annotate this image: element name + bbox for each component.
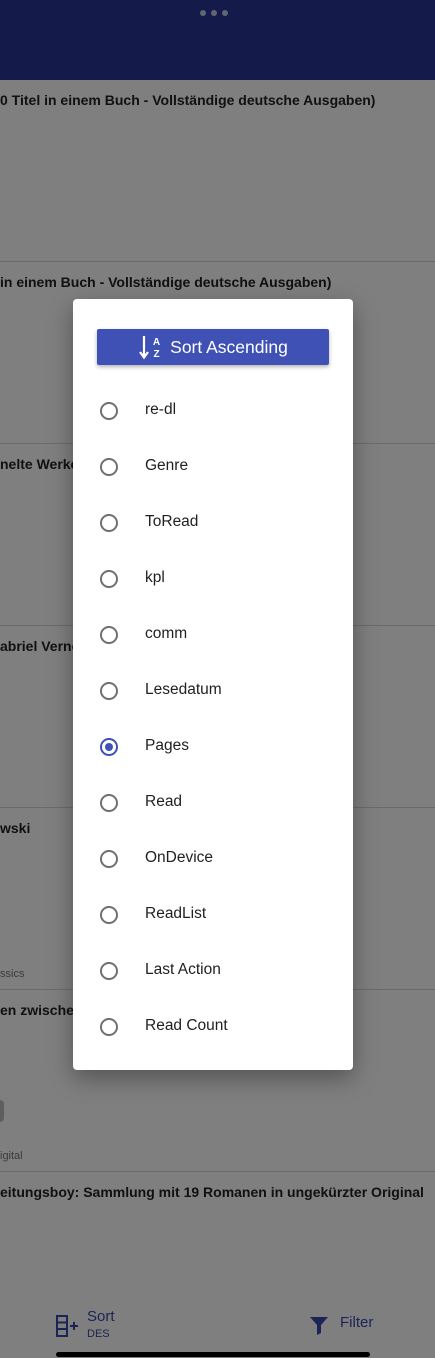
radio-button[interactable] [100, 626, 118, 644]
svg-text:Z: Z [154, 349, 160, 360]
svg-text:A: A [153, 337, 160, 348]
option-label: Genre [145, 457, 189, 474]
radio-button[interactable] [100, 850, 118, 868]
option-label: Read Count [145, 1017, 228, 1034]
radio-button[interactable] [100, 906, 118, 924]
option-label: kpl [145, 569, 165, 586]
option-label: Last Action [145, 961, 221, 978]
radio-button-selected[interactable] [100, 738, 118, 756]
sort-option-lesedatum[interactable]: Lesedatum [73, 663, 353, 719]
sort-option-ondevice[interactable]: OnDevice [73, 831, 353, 887]
sort-alpha-asc-icon: A Z [139, 336, 160, 360]
sort-option-toread[interactable]: ToRead [73, 495, 353, 551]
option-label: re-dl [145, 401, 177, 418]
option-label: Read [145, 793, 183, 810]
radio-button[interactable] [100, 1018, 118, 1036]
radio-button[interactable] [100, 514, 118, 532]
sort-option-readlist[interactable]: ReadList [73, 887, 353, 943]
sort-option-read-count[interactable]: Read Count [73, 999, 353, 1055]
radio-button[interactable] [100, 794, 118, 812]
radio-button[interactable] [100, 570, 118, 588]
radio-button[interactable] [100, 682, 118, 700]
home-indicator [56, 1352, 370, 1357]
sort-dialog: A Z Sort Ascending re-dl Genre ToRead kp… [73, 299, 353, 1070]
option-label: Lesedatum [145, 681, 222, 698]
sort-option-genre[interactable]: Genre [73, 439, 353, 495]
option-label: ToRead [145, 513, 199, 530]
sort-option-kpl[interactable]: kpl [73, 551, 353, 607]
radio-button[interactable] [100, 962, 118, 980]
sort-ascending-label: Sort Ascending [170, 336, 288, 357]
sort-option-last-action[interactable]: Last Action [73, 943, 353, 999]
sort-option-read[interactable]: Read [73, 775, 353, 831]
sort-option-re-dl[interactable]: re-dl [73, 383, 353, 439]
option-label: comm [145, 625, 188, 642]
sort-ascending-button[interactable]: A Z Sort Ascending [97, 329, 329, 365]
option-label: OnDevice [145, 849, 214, 866]
radio-button[interactable] [100, 402, 118, 420]
sort-option-comm[interactable]: comm [73, 607, 353, 663]
option-label: Pages [145, 737, 189, 754]
option-label: ReadList [145, 905, 207, 922]
sort-option-pages[interactable]: Pages [73, 719, 353, 775]
sort-options: re-dl Genre ToRead kpl comm Lesedatum Pa… [73, 383, 353, 1055]
radio-button[interactable] [100, 458, 118, 476]
